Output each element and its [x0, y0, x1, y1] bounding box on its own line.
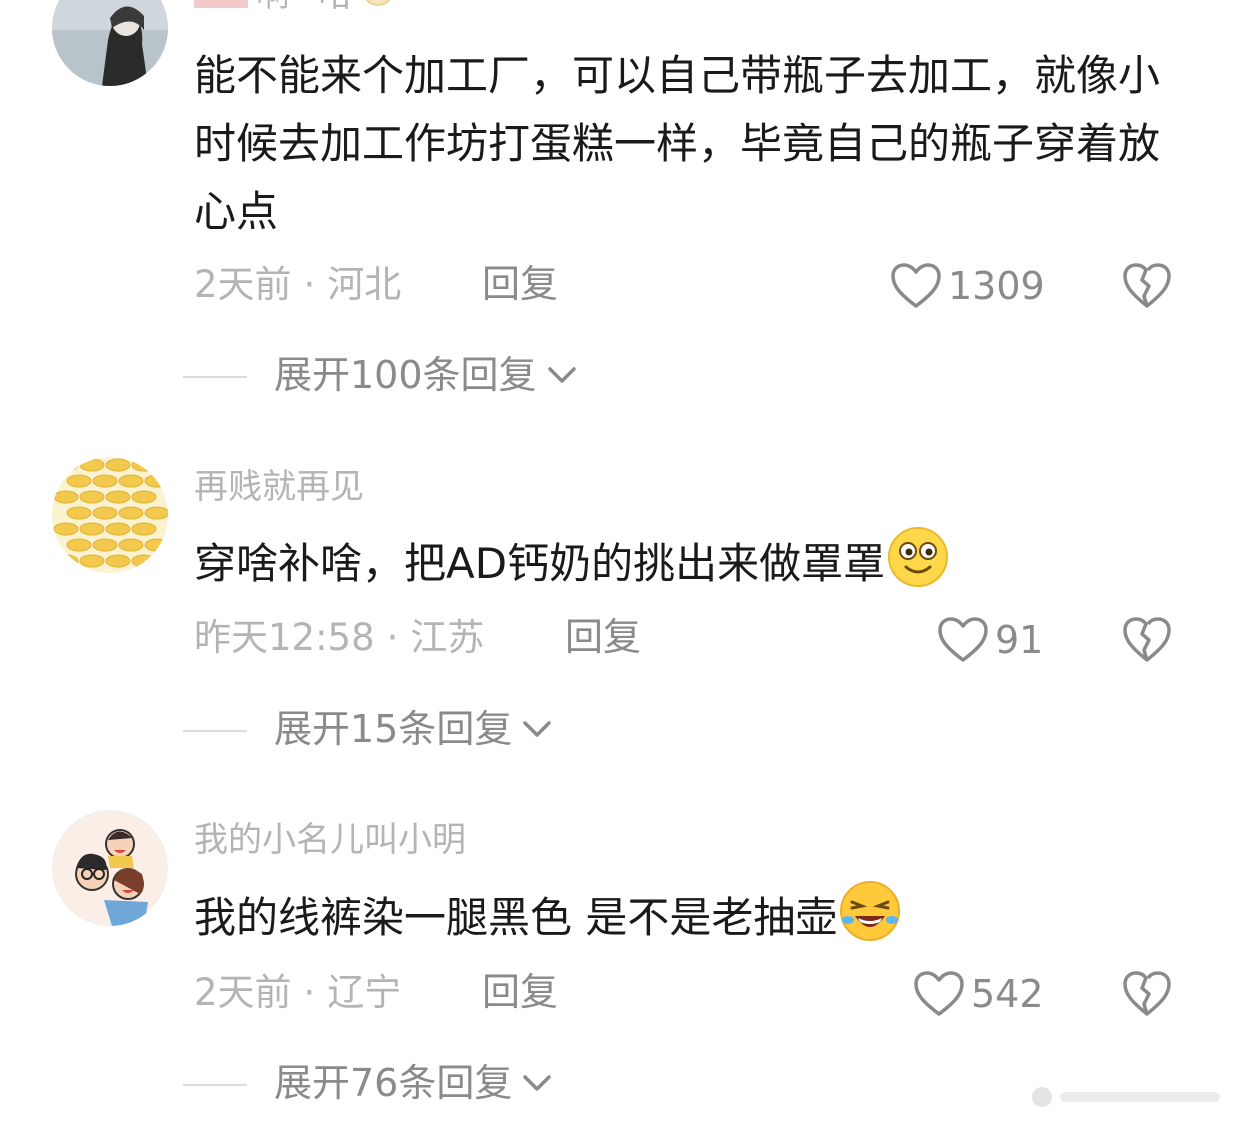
expand-replies-label: 展开76条回复: [274, 1061, 513, 1105]
dislike-button[interactable]: [1122, 970, 1172, 1022]
meta-separator: ·: [386, 616, 399, 659]
divider-line: [183, 730, 247, 732]
like-count: 91: [995, 618, 1044, 662]
username[interactable]: 再贱就再见: [194, 470, 364, 504]
heart-outline-icon: [891, 263, 941, 308]
comment-meta: 2天前 · 辽宁: [194, 974, 401, 1011]
expand-replies-label: 展开15条回复: [274, 707, 513, 751]
watermark: [1032, 1087, 1220, 1107]
username[interactable]: 啊~哈: [194, 0, 395, 12]
dislike-button[interactable]: [1122, 616, 1172, 668]
comment-text: 能不能来个加工厂，可以自己带瓶子去加工，就像小时候去加工作坊打蛋糕一样，毕竟自己…: [194, 51, 1161, 236]
divider-line: [183, 1084, 247, 1086]
reply-button[interactable]: 回复: [482, 265, 558, 303]
comment-text: 我的线裤染一腿黑色 是不是老抽壶: [194, 880, 1194, 962]
reply-button[interactable]: 回复: [482, 973, 558, 1011]
avatar[interactable]: [52, 457, 168, 573]
comment-text: 穿啥补啥，把AD钙奶的挑出来做罩罩: [194, 526, 1194, 608]
heart-outline-icon: [938, 617, 988, 662]
comment-time: 2天前: [194, 263, 292, 306]
like-count: 1309: [948, 264, 1045, 308]
avatar[interactable]: [52, 810, 168, 926]
dislike-button[interactable]: [1122, 262, 1172, 314]
like-count: 542: [971, 972, 1044, 1016]
comment-location: 河北: [327, 263, 402, 306]
divider-line: [183, 376, 247, 378]
like-button[interactable]: 91: [937, 616, 1043, 664]
broken-heart-icon: [1123, 971, 1171, 1016]
expand-replies-button[interactable]: 展开15条回复: [274, 710, 552, 748]
avatar[interactable]: [52, 0, 168, 86]
username-redacted: [194, 0, 248, 8]
chevron-down-icon: [523, 1075, 552, 1091]
chevron-down-icon: [523, 721, 552, 737]
comment-text-body: 穿啥补啥，把AD钙奶的挑出来做罩罩: [194, 539, 886, 588]
expand-replies-button[interactable]: 展开76条回复: [274, 1064, 552, 1102]
heart-outline-icon: [914, 971, 964, 1016]
comment-time: 2天前: [194, 971, 292, 1014]
comment-meta: 昨天12:58 · 江苏: [194, 619, 484, 656]
username[interactable]: 我的小名儿叫小明: [194, 823, 466, 857]
reply-button[interactable]: 回复: [565, 618, 641, 656]
comment-location: 辽宁: [327, 971, 402, 1014]
meta-separator: ·: [303, 971, 316, 1014]
comment-location: 江苏: [410, 616, 485, 659]
expand-replies-label: 展开100条回复: [274, 353, 537, 397]
badge-icon: [365, 0, 390, 6]
like-button[interactable]: 1309: [890, 262, 1045, 310]
expand-replies-button[interactable]: 展开100条回复: [274, 356, 577, 394]
comment-list: 啊~哈 能不能来个加工厂，可以自己带瓶子去加工，就像小时候去加工作坊打蛋糕一样，…: [0, 0, 1236, 1128]
broken-heart-icon: [1123, 617, 1171, 662]
comment-text-body: 我的线裤染一腿黑色 是不是老抽壶: [194, 893, 838, 942]
username-label: 啊~哈: [256, 0, 353, 12]
comment-meta: 2天前 · 河北: [194, 266, 401, 303]
broken-heart-icon: [1123, 263, 1171, 308]
smiling-face-emoji: [887, 526, 949, 608]
meta-separator: ·: [303, 263, 316, 306]
like-button[interactable]: 542: [913, 970, 1044, 1018]
comment-time: 昨天12:58: [194, 616, 375, 659]
chevron-down-icon: [547, 367, 576, 383]
rolling-laughing-emoji: [839, 880, 901, 962]
